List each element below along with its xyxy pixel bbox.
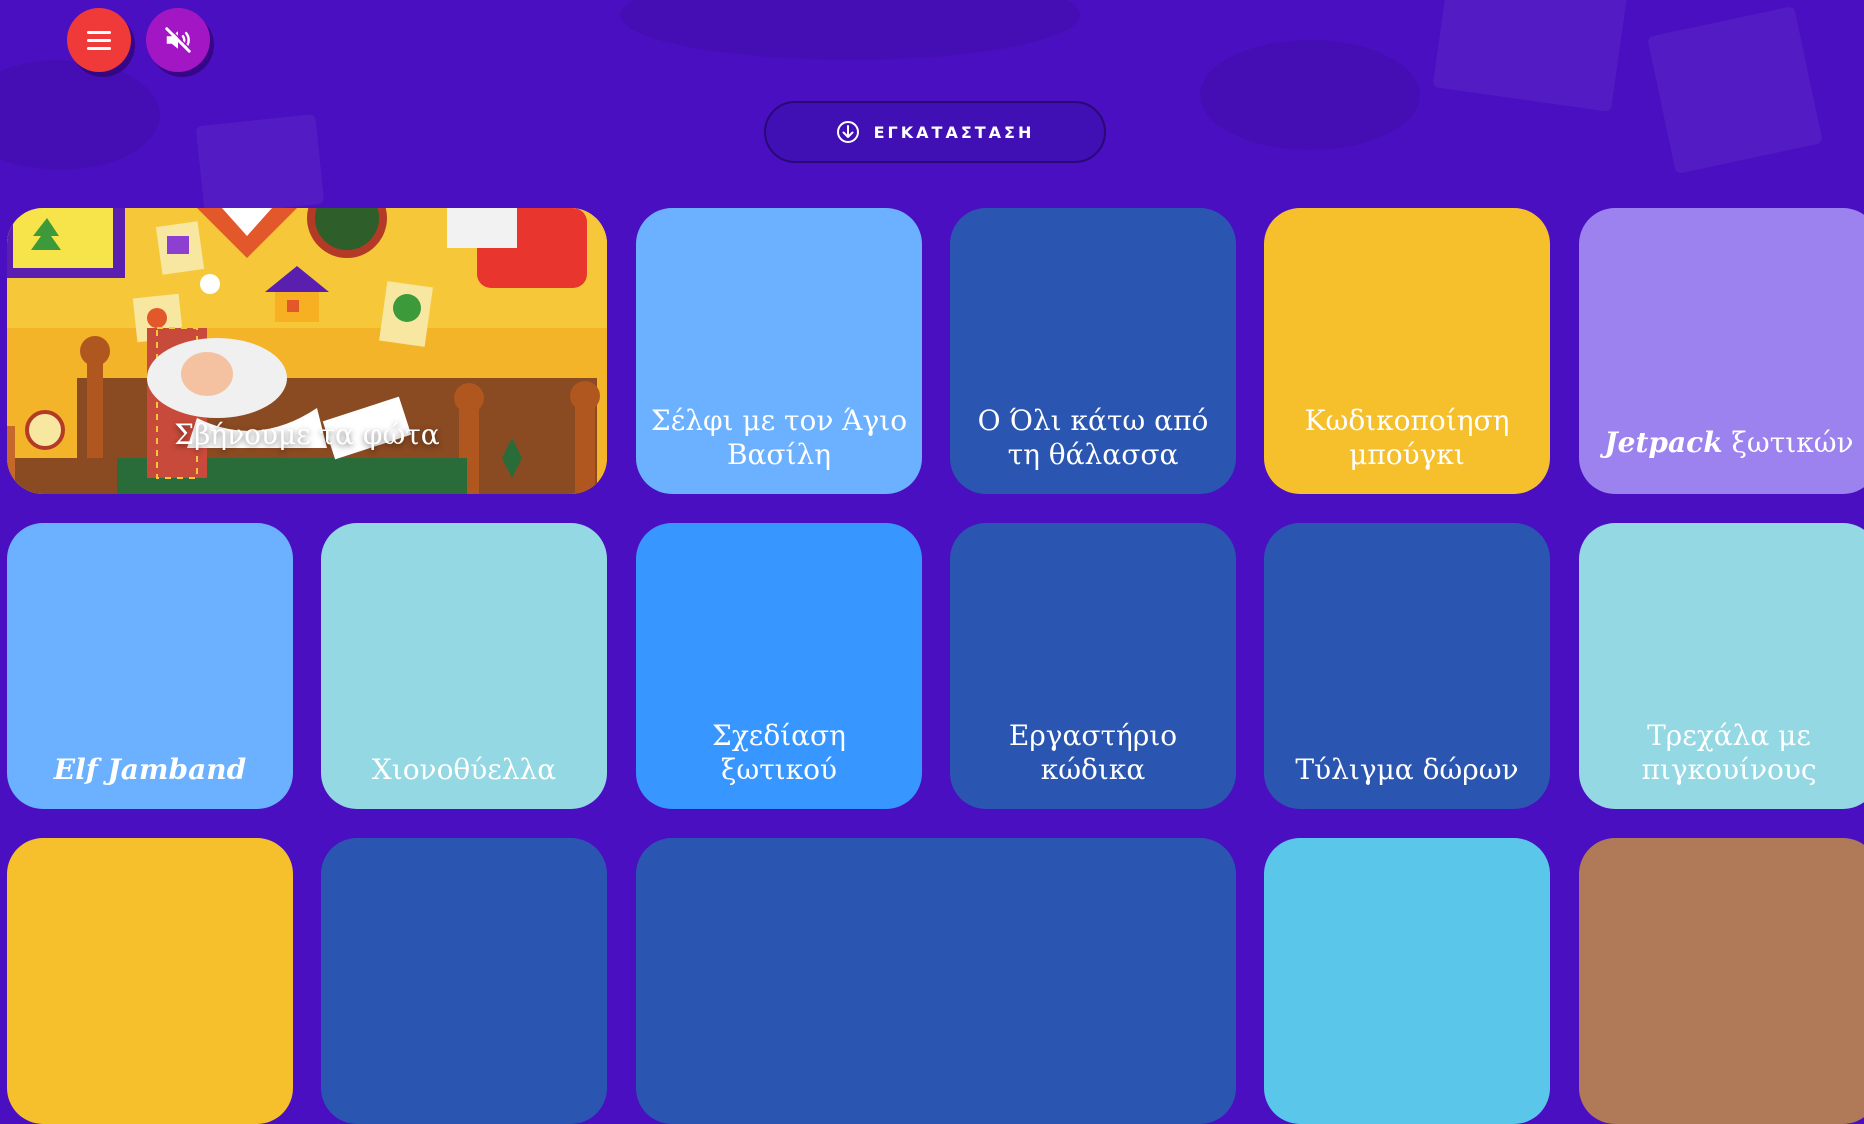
tile-snowstorm[interactable]: Χιονοθύελλα	[321, 523, 607, 809]
tile-title: Τρεχάλα με πιγκουίνους	[1641, 719, 1817, 786]
tile-title: Jetpack ξωτικών	[1590, 426, 1864, 494]
tile-row3-4[interactable]	[1264, 838, 1550, 1124]
tile-elf-maker[interactable]: Σχεδίαση ξωτικού	[636, 523, 922, 809]
tile-gift-wrap[interactable]: Τύλιγμα δώρων	[1264, 523, 1550, 809]
tile-title: Σέλφι με τον Άγιο Βασίλη	[650, 404, 908, 471]
tile-title: Τύλιγμα δώρων	[1295, 753, 1519, 786]
tile-title: Elf Jamband	[53, 753, 247, 786]
install-label: ΕΓΚΑΤΑΣΤΑΣΗ	[873, 122, 1035, 142]
tile-code-boogie[interactable]: Κωδικοποίηση μπούγκι	[1264, 208, 1550, 494]
tile-elf-jamband[interactable]: Elf Jamband	[7, 523, 293, 809]
tile-title: Χιονοθύελλα	[371, 753, 557, 786]
menu-button[interactable]	[67, 8, 131, 72]
download-circle-icon	[836, 121, 859, 143]
tile-ollie-under-sea[interactable]: Ο Όλι κάτω από τη θάλασσα	[950, 208, 1236, 494]
tile-penguin-dash[interactable]: Τρεχάλα με πιγκουίνους	[1579, 523, 1864, 809]
tile-title: Κωδικοποίηση μπούγκι	[1304, 404, 1510, 471]
speaker-muted-icon	[165, 26, 192, 53]
tile-title: Εργαστήριο κώδικα	[1008, 719, 1178, 786]
tile-row3-3[interactable]	[636, 838, 1236, 1124]
mute-toggle-button[interactable]	[146, 8, 210, 72]
tile-row3-5[interactable]	[1579, 838, 1864, 1124]
install-button[interactable]: ΕΓΚΑΤΑΣΤΑΣΗ	[764, 101, 1106, 163]
hamburger-menu-icon	[87, 30, 111, 50]
tile-row3-2[interactable]	[321, 838, 607, 1124]
tile-title: Σχεδίαση ξωτικού	[712, 719, 846, 786]
tile-title-script: Jetpack	[1604, 426, 1723, 459]
tile-santa-selfie[interactable]: Σέλφι με τον Άγιο Βασίλη	[636, 208, 922, 494]
tile-title: Ο Όλι κάτω από τη θάλασσα	[977, 404, 1209, 471]
tile-title: Σβήνουμε τα φώτα	[174, 418, 440, 451]
tile-elf-jetpack[interactable]: Jetpack ξωτικών	[1579, 208, 1864, 494]
tile-code-lab[interactable]: Εργαστήριο κώδικα	[950, 523, 1236, 809]
tile-row3-1[interactable]	[7, 838, 293, 1124]
video-tile-lights-out[interactable]: Σβήνουμε τα φώτα	[7, 208, 607, 494]
tile-title-rest: ξωτικών	[1722, 426, 1854, 459]
